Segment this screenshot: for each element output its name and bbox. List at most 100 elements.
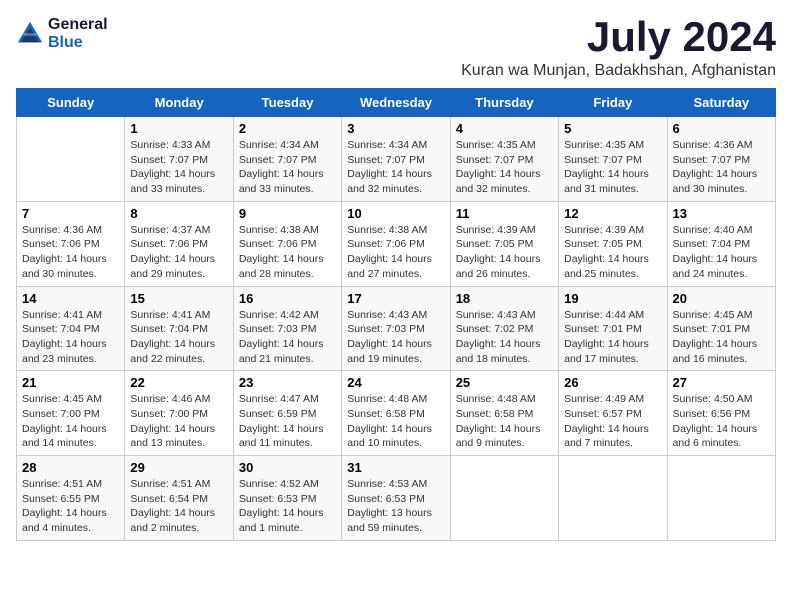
calendar-cell: 16 Sunrise: 4:42 AMSunset: 7:03 PMDayligh…: [233, 286, 341, 371]
day-info: Sunrise: 4:35 AMSunset: 7:07 PMDaylight:…: [564, 138, 661, 197]
calendar-cell: 20 Sunrise: 4:45 AMSunset: 7:01 PMDayligh…: [667, 286, 775, 371]
day-number: 15: [130, 291, 227, 306]
location-text: Kuran wa Munjan, Badakhshan, Afghanistan: [461, 62, 776, 80]
day-info: Sunrise: 4:43 AMSunset: 7:02 PMDaylight:…: [456, 308, 553, 367]
calendar-cell: 22 Sunrise: 4:46 AMSunset: 7:00 PMDayligh…: [125, 371, 233, 456]
calendar-cell: 6Sunrise: 4:36 AMSunset: 7:07 PMDaylight…: [667, 117, 775, 202]
day-number: 21: [22, 375, 119, 390]
day-info: Sunrise: 4:35 AMSunset: 7:07 PMDaylight:…: [456, 138, 553, 197]
weekday-header-row: SundayMondayTuesdayWednesdayThursdayFrid…: [17, 89, 776, 117]
weekday-header-saturday: Saturday: [667, 89, 775, 117]
day-number: 5: [564, 121, 661, 136]
day-number: 19: [564, 291, 661, 306]
day-info: Sunrise: 4:53 AMSunset: 6:53 PMDaylight:…: [347, 477, 444, 536]
weekday-header-wednesday: Wednesday: [342, 89, 450, 117]
day-number: 22: [130, 375, 227, 390]
day-number: 28: [22, 460, 119, 475]
day-number: 26: [564, 375, 661, 390]
calendar-table: SundayMondayTuesdayWednesdayThursdayFrid…: [16, 88, 776, 541]
weekday-header-thursday: Thursday: [450, 89, 558, 117]
calendar-cell: [450, 456, 558, 541]
day-number: 29: [130, 460, 227, 475]
calendar-cell: 5 Sunrise: 4:35 AMSunset: 7:07 PMDaylight…: [559, 117, 667, 202]
calendar-cell: 4 Sunrise: 4:35 AMSunset: 7:07 PMDaylight…: [450, 117, 558, 202]
day-number: 27: [673, 375, 770, 390]
logo-blue: Blue: [48, 34, 108, 52]
day-info: Sunrise: 4:39 AMSunset: 7:05 PMDaylight:…: [564, 223, 661, 282]
day-info: Sunrise: 4:41 AMSunset: 7:04 PMDaylight:…: [130, 308, 227, 367]
calendar-cell: 18 Sunrise: 4:43 AMSunset: 7:02 PMDayligh…: [450, 286, 558, 371]
day-info: Sunrise: 4:40 AMSunset: 7:04 PMDaylight:…: [673, 223, 770, 282]
day-number: 4: [456, 121, 553, 136]
day-info: Sunrise: 4:38 AMSunset: 7:06 PMDaylight:…: [239, 223, 336, 282]
day-number: 3: [347, 121, 444, 136]
calendar-week-row: 1Sunrise: 4:33 AMSunset: 7:07 PMDaylight…: [17, 117, 776, 202]
day-info: Sunrise: 4:36 AMSunset: 7:06 PMDaylight:…: [22, 223, 119, 282]
day-number: 7: [22, 206, 119, 221]
calendar-cell: 17Sunrise: 4:43 AMSunset: 7:03 PMDayligh…: [342, 286, 450, 371]
day-info: Sunrise: 4:39 AMSunset: 7:05 PMDaylight:…: [456, 223, 553, 282]
day-number: 12: [564, 206, 661, 221]
calendar-cell: 14 Sunrise: 4:41 AMSunset: 7:04 PMDayligh…: [17, 286, 125, 371]
logo-icon: [16, 20, 44, 48]
logo: General Blue: [16, 16, 108, 51]
calendar-cell: 3 Sunrise: 4:34 AMSunset: 7:07 PMDaylight…: [342, 117, 450, 202]
calendar-cell: 24 Sunrise: 4:48 AMSunset: 6:58 PMDayligh…: [342, 371, 450, 456]
calendar-cell: 2Sunrise: 4:34 AMSunset: 7:07 PMDaylight…: [233, 117, 341, 202]
day-info: Sunrise: 4:45 AMSunset: 7:00 PMDaylight:…: [22, 392, 119, 451]
day-number: 23: [239, 375, 336, 390]
title-block: July 2024 Kuran wa Munjan, Badakhshan, A…: [461, 16, 776, 80]
day-number: 25: [456, 375, 553, 390]
day-number: 14: [22, 291, 119, 306]
logo-text: General Blue: [48, 16, 108, 51]
calendar-cell: 1Sunrise: 4:33 AMSunset: 7:07 PMDaylight…: [125, 117, 233, 202]
day-info: Sunrise: 4:46 AMSunset: 7:00 PMDaylight:…: [130, 392, 227, 451]
calendar-cell: 13Sunrise: 4:40 AMSunset: 7:04 PMDayligh…: [667, 201, 775, 286]
calendar-week-row: 28 Sunrise: 4:51 AMSunset: 6:55 PMDayligh…: [17, 456, 776, 541]
weekday-header-friday: Friday: [559, 89, 667, 117]
day-info: Sunrise: 4:48 AMSunset: 6:58 PMDaylight:…: [347, 392, 444, 451]
day-number: 8: [130, 206, 227, 221]
day-info: Sunrise: 4:43 AMSunset: 7:03 PMDaylight:…: [347, 308, 444, 367]
day-number: 18: [456, 291, 553, 306]
calendar-cell: [667, 456, 775, 541]
calendar-cell: 21 Sunrise: 4:45 AMSunset: 7:00 PMDayligh…: [17, 371, 125, 456]
weekday-header-tuesday: Tuesday: [233, 89, 341, 117]
calendar-cell: 30 Sunrise: 4:52 AMSunset: 6:53 PMDayligh…: [233, 456, 341, 541]
calendar-cell: 29Sunrise: 4:51 AMSunset: 6:54 PMDayligh…: [125, 456, 233, 541]
day-info: Sunrise: 4:50 AMSunset: 6:56 PMDaylight:…: [673, 392, 770, 451]
day-number: 11: [456, 206, 553, 221]
day-info: Sunrise: 4:49 AMSunset: 6:57 PMDaylight:…: [564, 392, 661, 451]
calendar-cell: 31Sunrise: 4:53 AMSunset: 6:53 PMDayligh…: [342, 456, 450, 541]
day-info: Sunrise: 4:42 AMSunset: 7:03 PMDaylight:…: [239, 308, 336, 367]
day-info: Sunrise: 4:41 AMSunset: 7:04 PMDaylight:…: [22, 308, 119, 367]
day-number: 20: [673, 291, 770, 306]
weekday-header-monday: Monday: [125, 89, 233, 117]
calendar-cell: 19 Sunrise: 4:44 AMSunset: 7:01 PMDayligh…: [559, 286, 667, 371]
day-info: Sunrise: 4:34 AMSunset: 7:07 PMDaylight:…: [347, 138, 444, 197]
calendar-cell: [559, 456, 667, 541]
day-info: Sunrise: 4:36 AMSunset: 7:07 PMDaylight:…: [673, 138, 770, 197]
day-info: Sunrise: 4:47 AMSunset: 6:59 PMDaylight:…: [239, 392, 336, 451]
day-number: 2: [239, 121, 336, 136]
page-header: General Blue July 2024 Kuran wa Munjan, …: [16, 16, 776, 80]
calendar-week-row: 7 Sunrise: 4:36 AMSunset: 7:06 PMDaylight…: [17, 201, 776, 286]
calendar-cell: 28 Sunrise: 4:51 AMSunset: 6:55 PMDayligh…: [17, 456, 125, 541]
calendar-cell: 12 Sunrise: 4:39 AMSunset: 7:05 PMDayligh…: [559, 201, 667, 286]
day-info: Sunrise: 4:52 AMSunset: 6:53 PMDaylight:…: [239, 477, 336, 536]
calendar-cell: 26 Sunrise: 4:49 AMSunset: 6:57 PMDayligh…: [559, 371, 667, 456]
day-info: Sunrise: 4:44 AMSunset: 7:01 PMDaylight:…: [564, 308, 661, 367]
day-number: 16: [239, 291, 336, 306]
day-number: 30: [239, 460, 336, 475]
logo-general: General: [48, 16, 108, 34]
day-info: Sunrise: 4:33 AMSunset: 7:07 PMDaylight:…: [130, 138, 227, 197]
day-info: Sunrise: 4:51 AMSunset: 6:55 PMDaylight:…: [22, 477, 119, 536]
weekday-header-sunday: Sunday: [17, 89, 125, 117]
day-number: 24: [347, 375, 444, 390]
month-title: July 2024: [461, 16, 776, 58]
calendar-week-row: 14 Sunrise: 4:41 AMSunset: 7:04 PMDayligh…: [17, 286, 776, 371]
day-info: Sunrise: 4:45 AMSunset: 7:01 PMDaylight:…: [673, 308, 770, 367]
day-info: Sunrise: 4:38 AMSunset: 7:06 PMDaylight:…: [347, 223, 444, 282]
day-info: Sunrise: 4:48 AMSunset: 6:58 PMDaylight:…: [456, 392, 553, 451]
calendar-cell: 23 Sunrise: 4:47 AMSunset: 6:59 PMDayligh…: [233, 371, 341, 456]
